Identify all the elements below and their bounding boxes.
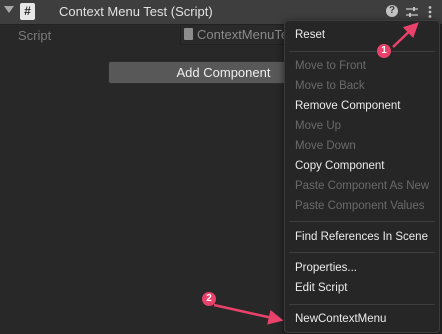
component-title[interactable]: Context Menu Test (Script) — [59, 4, 213, 19]
annotation-arrow-2 — [213, 303, 284, 325]
menu-item-move-to-front[interactable]: Move to Front — [295, 60, 366, 72]
script-field[interactable]: ContextMenuTest — [180, 24, 292, 45]
menu-item-new-context-menu[interactable]: NewContextMenu — [295, 313, 386, 325]
menu-separator — [289, 304, 435, 305]
annotation-badge-2: 2 — [202, 292, 216, 306]
menu-item-reset[interactable]: Reset — [295, 29, 325, 41]
menu-separator — [289, 221, 435, 222]
menu-item-paste-component-values[interactable]: Paste Component Values — [295, 200, 425, 212]
context-menu: Reset Move to Front Move to Back Remove … — [284, 20, 440, 333]
more-options-icon[interactable] — [424, 4, 436, 20]
menu-item-move-to-back[interactable]: Move to Back — [295, 80, 365, 92]
menu-item-paste-component-as-new[interactable]: Paste Component As New — [295, 180, 429, 192]
menu-item-edit-script[interactable]: Edit Script — [295, 282, 347, 294]
menu-item-copy-component[interactable]: Copy Component — [295, 160, 385, 172]
menu-item-properties[interactable]: Properties... — [295, 262, 357, 274]
menu-separator — [289, 51, 435, 52]
foldout-arrow-icon[interactable] — [4, 6, 14, 13]
menu-item-move-down[interactable]: Move Down — [295, 140, 356, 152]
file-icon — [184, 28, 193, 40]
help-icon[interactable]: ? — [386, 5, 398, 17]
script-label: Script — [18, 28, 52, 43]
presets-icon[interactable] — [405, 4, 419, 20]
script-icon: # — [20, 3, 35, 20]
annotation-badge-1: 1 — [377, 44, 391, 58]
menu-item-remove-component[interactable]: Remove Component — [295, 100, 400, 112]
script-value: ContextMenuTest — [197, 27, 292, 42]
menu-separator — [289, 252, 435, 253]
menu-item-find-references[interactable]: Find References In Scene — [295, 231, 428, 243]
menu-item-move-up[interactable]: Move Up — [295, 120, 341, 132]
